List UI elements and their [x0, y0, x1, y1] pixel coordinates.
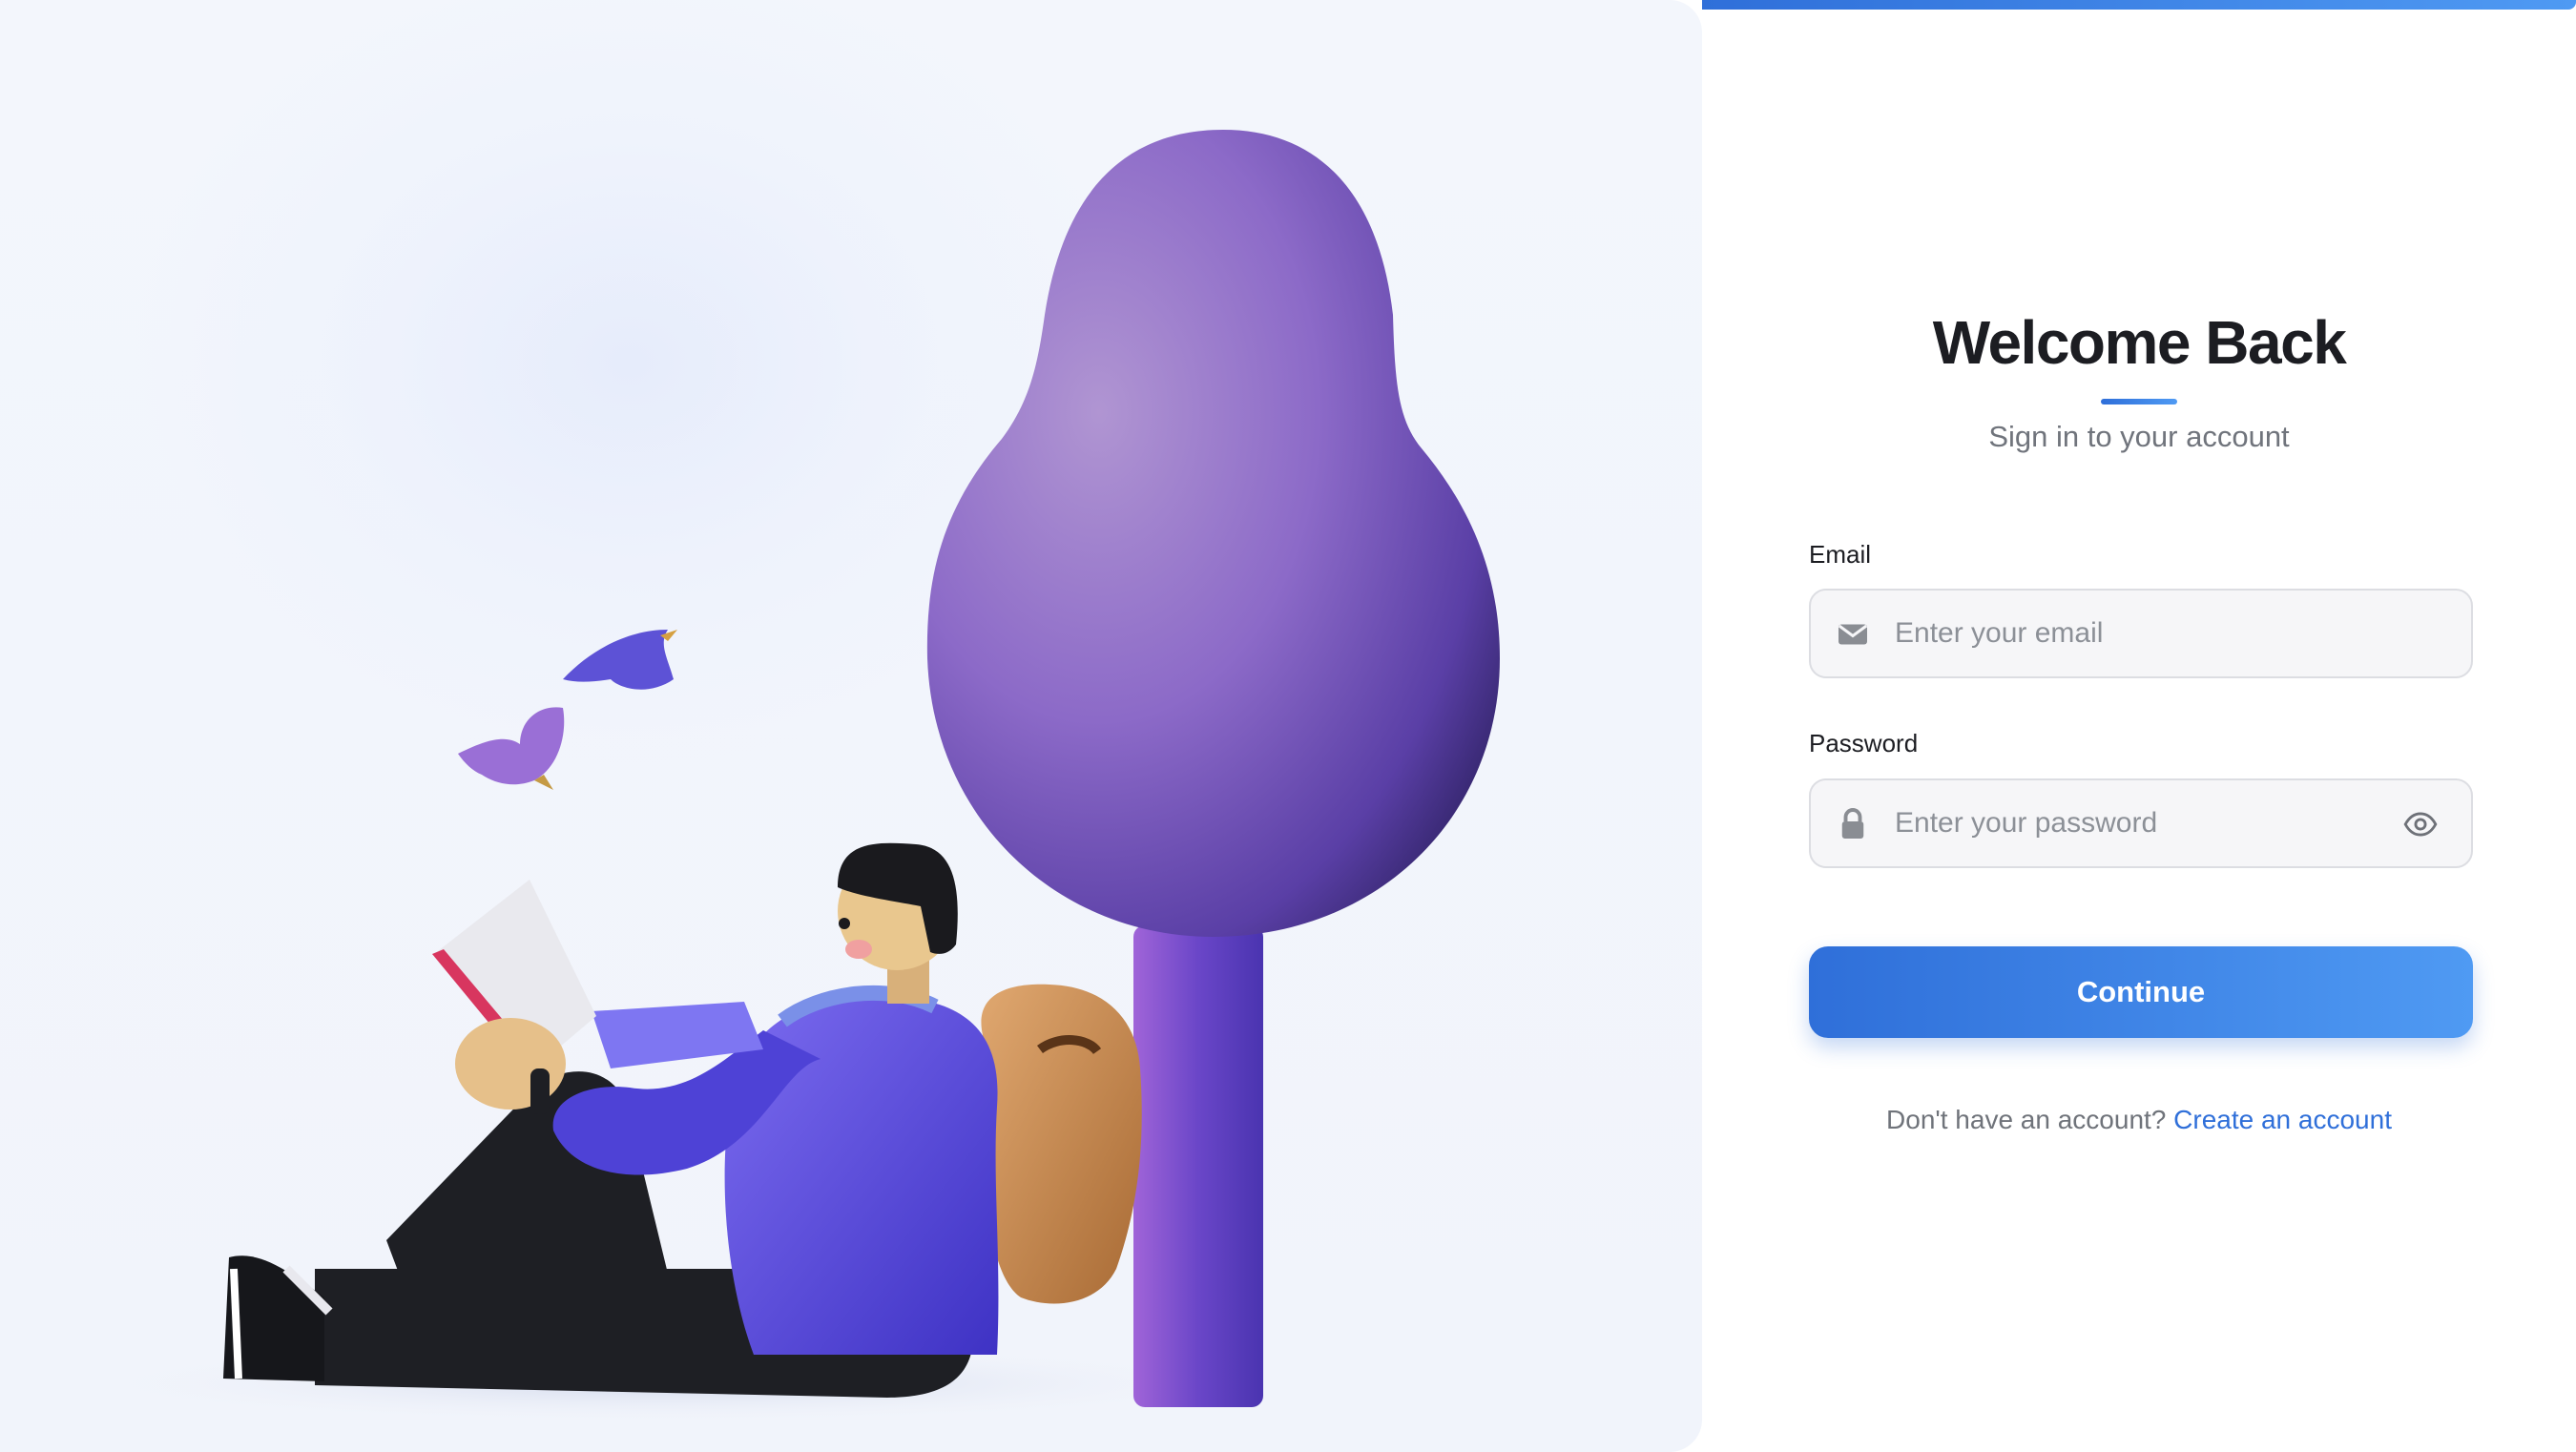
continue-button[interactable]: Continue [1809, 946, 2473, 1038]
birds [458, 630, 677, 790]
watch [530, 1068, 550, 1114]
backpack [981, 984, 1142, 1304]
lock-icon [1841, 808, 1864, 839]
password-field[interactable] [1809, 778, 2473, 868]
accent-top-bar [1702, 0, 2576, 10]
email-input[interactable] [1895, 591, 2372, 676]
bird-blue [563, 630, 674, 690]
hero-illustration [95, 130, 1500, 1421]
password-label: Password [1809, 729, 1919, 757]
tree-canopy [926, 130, 1500, 937]
password-input[interactable] [1895, 780, 2372, 866]
create-account-link[interactable]: Create an account [2173, 1105, 2392, 1134]
signup-prompt: Don't have an account? Create an account [1702, 1105, 2576, 1135]
email-field[interactable] [1809, 589, 2473, 678]
bird-purple [458, 707, 565, 785]
eye-icon[interactable] [2402, 806, 2439, 842]
sign-in-panel: Welcome Back Sign in to your account Ema… [1702, 0, 2576, 1452]
person-reading [223, 842, 1142, 1398]
hero-illustration-panel [0, 0, 1702, 1452]
email-label: Email [1809, 540, 1872, 569]
title-underline [2101, 399, 2177, 404]
page-title: Welcome Back [1932, 308, 2347, 377]
tree-trunk [1133, 925, 1263, 1407]
signup-prompt-text: Don't have an account? [1886, 1105, 2167, 1134]
envelope-icon [1838, 624, 1868, 645]
page-subtitle: Sign in to your account [1988, 420, 2290, 453]
